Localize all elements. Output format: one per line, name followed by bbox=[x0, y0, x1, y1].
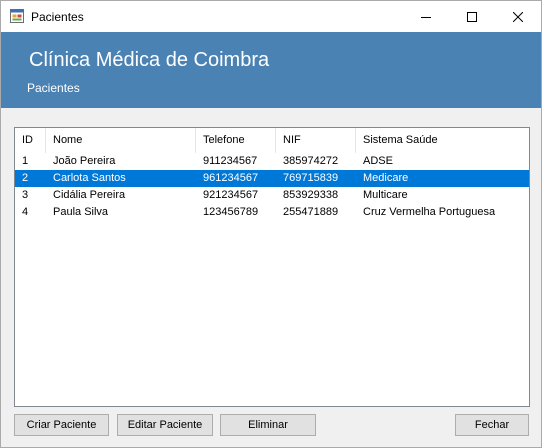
cell-nome: Cidália Pereira bbox=[53, 189, 126, 201]
list-column-headers: ID Nome Telefone NIF Sistema Saúde bbox=[15, 128, 529, 153]
maximize-icon bbox=[467, 11, 477, 22]
cell-nif: 853929338 bbox=[283, 189, 339, 201]
cell-sistema-saude: Cruz Vermelha Portuguesa bbox=[363, 206, 496, 218]
cell-nome: Paula Silva bbox=[53, 206, 109, 218]
cell-telefone: 911234567 bbox=[203, 155, 258, 167]
table-row-selected[interactable]: 2 Carlota Santos 961234567 769715839 Med… bbox=[15, 170, 529, 187]
cell-sistema-saude: ADSE bbox=[363, 155, 393, 167]
patients-window: Pacientes Clínica Médica de Coimbra Paci… bbox=[0, 0, 542, 448]
cell-id: 3 bbox=[22, 189, 29, 201]
column-header-id[interactable]: ID bbox=[15, 128, 46, 153]
cell-nome: Carlota Santos bbox=[53, 172, 126, 184]
column-header-nif[interactable]: NIF bbox=[276, 128, 356, 153]
cell-id: 4 bbox=[22, 206, 29, 218]
cell-telefone: 921234567 bbox=[203, 189, 259, 201]
cell-sistema-saude: Multicare bbox=[363, 189, 408, 201]
column-header-sistema-saude[interactable]: Sistema Saúde bbox=[356, 128, 529, 153]
cell-sistema-saude: Medicare bbox=[363, 172, 409, 184]
cell-id: 2 bbox=[22, 172, 29, 184]
minimize-button[interactable] bbox=[403, 1, 449, 32]
minimize-icon bbox=[421, 16, 431, 18]
page-subtitle: Pacientes bbox=[27, 81, 80, 95]
column-header-telefone[interactable]: Telefone bbox=[196, 128, 276, 153]
edit-patient-button[interactable]: Editar Paciente bbox=[117, 414, 213, 436]
close-window-button[interactable] bbox=[495, 1, 541, 32]
cell-nome: João Pereira bbox=[53, 155, 116, 167]
close-button[interactable]: Fechar bbox=[455, 414, 529, 436]
cell-telefone: 123456789 bbox=[203, 206, 259, 218]
form-window-icon bbox=[10, 9, 24, 23]
cell-nif: 769715839 bbox=[283, 172, 339, 184]
clinic-title: Clínica Médica de Coimbra bbox=[29, 49, 270, 71]
cell-nif: 255471889 bbox=[283, 206, 339, 218]
table-row[interactable]: 4 Paula Silva 123456789 255471889 Cruz V… bbox=[15, 204, 529, 221]
title-bar[interactable]: Pacientes bbox=[1, 1, 541, 32]
cell-telefone: 961234567 bbox=[203, 172, 259, 184]
close-icon bbox=[513, 11, 523, 22]
cell-nif: 385974272 bbox=[283, 155, 339, 167]
table-row[interactable]: 1 João Pereira 911234567 385974272 ADSE bbox=[15, 153, 529, 170]
cell-id: 1 bbox=[22, 155, 29, 167]
window-title: Pacientes bbox=[31, 10, 84, 24]
create-patient-button[interactable]: Criar Paciente bbox=[14, 414, 109, 436]
maximize-button[interactable] bbox=[449, 1, 495, 32]
column-header-nome[interactable]: Nome bbox=[46, 128, 196, 153]
delete-patient-button[interactable]: Eliminar bbox=[220, 414, 316, 436]
patients-list[interactable]: ID Nome Telefone NIF Sistema Saúde 1 Joã… bbox=[14, 127, 530, 407]
table-row[interactable]: 3 Cidália Pereira 921234567 853929338 Mu… bbox=[15, 187, 529, 204]
header-banner: Clínica Médica de Coimbra Pacientes bbox=[1, 32, 541, 108]
